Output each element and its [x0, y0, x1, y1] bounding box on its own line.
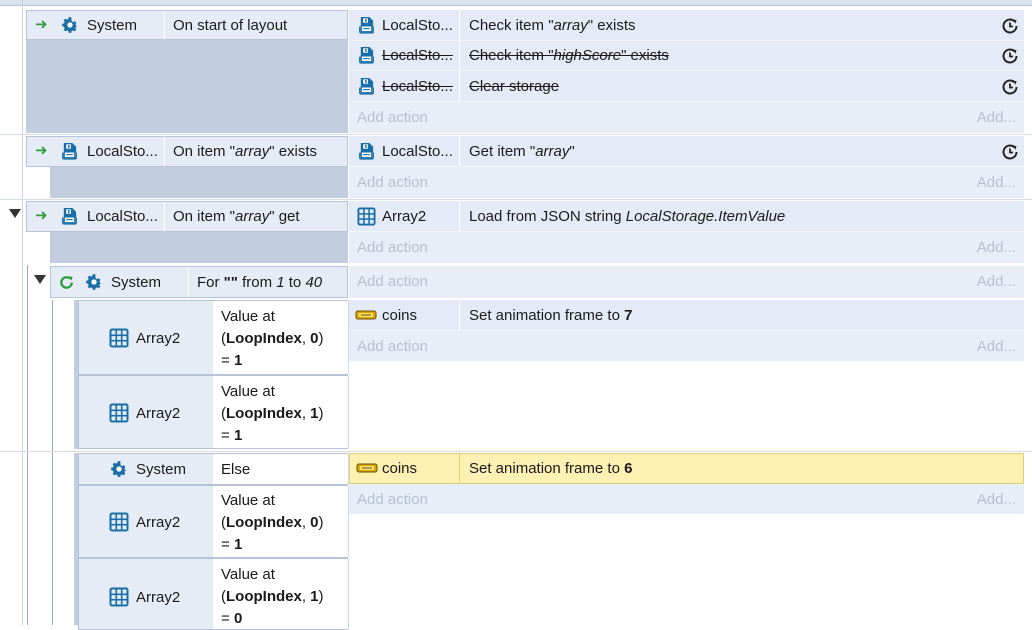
- action-row-selected[interactable]: coins Set animation frame to 6: [349, 453, 1024, 484]
- clock-icon[interactable]: [1000, 16, 1020, 36]
- action-text: Get item "array": [469, 143, 575, 160]
- clock-icon[interactable]: [1000, 142, 1020, 162]
- grid-icon: [109, 512, 129, 532]
- condition-array-value[interactable]: Array2 Value at (LoopIndex, 1) = 0: [78, 558, 349, 630]
- action-object: LocalSto...: [382, 47, 453, 64]
- action-object: LocalSto...: [382, 143, 453, 160]
- condition-for-loop[interactable]: System For "" from 1 to 40: [50, 266, 348, 298]
- condition-object: Array2: [136, 405, 181, 422]
- action-row-disabled[interactable]: LocalSto... Check item "highScore" exist…: [349, 41, 1024, 71]
- floppy-disk-icon: [60, 207, 79, 226]
- condition-text: Else: [221, 461, 251, 478]
- condition-text: On item "array" exists: [173, 143, 318, 160]
- action-text: Load from JSON string LocalStorage.ItemV…: [469, 208, 786, 225]
- clock-icon[interactable]: [1000, 77, 1020, 97]
- action-text: Clear storage: [469, 78, 560, 95]
- condition-object: Array2: [136, 589, 181, 606]
- floppy-disk-icon: [357, 142, 376, 161]
- add-action-link[interactable]: Add action: [357, 108, 428, 128]
- clock-icon[interactable]: [1000, 46, 1020, 66]
- condition-on-item-exists[interactable]: ➜ LocalSto... On item "array" exists: [26, 136, 348, 167]
- top-scroll-edge: [0, 0, 1032, 6]
- collapse-toggle[interactable]: [9, 209, 21, 218]
- condition-text: On start of layout: [173, 17, 288, 34]
- grid-icon: [109, 403, 129, 423]
- condition-object: System: [111, 274, 162, 291]
- condition-text: Value at (LoopIndex, 0) = 1: [221, 492, 324, 553]
- action-row[interactable]: coins Set animation frame to 7: [349, 300, 1024, 331]
- gear-icon: [109, 459, 129, 479]
- action-row[interactable]: LocalSto... Get item "array": [349, 136, 1024, 167]
- condition-object: Array2: [136, 514, 181, 531]
- action-object: Array2: [382, 208, 427, 225]
- add-short-link[interactable]: Add...: [977, 490, 1016, 510]
- condition-text: Value at (LoopIndex, 1) = 0: [221, 566, 324, 627]
- gear-icon: [84, 272, 104, 292]
- subevent-guide: [52, 300, 53, 625]
- action-row[interactable]: LocalSto... Check item "array" exists: [349, 10, 1024, 41]
- action-text: Check item "highScore" exists: [469, 47, 669, 64]
- subevent-guide: [27, 265, 28, 625]
- condition-on-item-get[interactable]: ➜ LocalSto... On item "array" get: [26, 201, 348, 232]
- trigger-arrow-icon: ➜: [35, 142, 48, 159]
- condition-text: Value at (LoopIndex, 0) = 1: [221, 308, 324, 369]
- add-short-link[interactable]: Add...: [977, 238, 1016, 258]
- gear-icon: [60, 15, 80, 35]
- add-action-row[interactable]: Add action Add...: [349, 331, 1024, 361]
- add-short-link[interactable]: Add...: [977, 272, 1016, 292]
- add-action-link[interactable]: Add action: [357, 173, 428, 193]
- floppy-disk-icon: [357, 16, 376, 35]
- action-object: coins: [382, 307, 418, 324]
- action-object: coins: [382, 460, 418, 477]
- action-object: LocalSto...: [382, 17, 453, 34]
- action-text: Set animation frame to 7: [469, 307, 633, 324]
- sprite-icon: [356, 462, 378, 474]
- action-object: LocalSto...: [382, 78, 453, 95]
- floppy-disk-icon: [357, 77, 376, 96]
- add-action-row[interactable]: Add action Add...: [349, 266, 1024, 298]
- condition-text: On item "array" get: [173, 208, 300, 225]
- add-action-link[interactable]: Add action: [357, 238, 428, 258]
- sprite-icon: [355, 309, 377, 321]
- action-row-disabled[interactable]: LocalSto... Clear storage: [349, 71, 1024, 102]
- trigger-arrow-icon: ➜: [35, 207, 48, 224]
- action-row[interactable]: Array2 Load from JSON string LocalStorag…: [349, 201, 1024, 232]
- condition-text: For "" from 1 to 40: [197, 274, 323, 291]
- add-action-link[interactable]: Add action: [357, 490, 428, 510]
- condition-object: Array2: [136, 330, 181, 347]
- loop-icon: [57, 273, 76, 292]
- add-action-link[interactable]: Add action: [357, 272, 428, 292]
- grid-icon: [357, 207, 376, 226]
- condition-array-value[interactable]: Array2 Value at (LoopIndex, 0) = 1: [78, 485, 349, 558]
- condition-array-value[interactable]: Array2 Value at (LoopIndex, 0) = 1: [78, 300, 349, 375]
- add-action-row[interactable]: Add action Add...: [349, 102, 1024, 133]
- add-short-link[interactable]: Add...: [977, 108, 1016, 128]
- add-action-row[interactable]: Add action Add...: [349, 232, 1024, 263]
- trigger-arrow-icon: ➜: [35, 16, 48, 33]
- add-short-link[interactable]: Add...: [977, 173, 1016, 193]
- condition-on-start-of-layout[interactable]: ➜ System On start of layout: [26, 10, 348, 40]
- add-action-row[interactable]: Add action Add...: [349, 484, 1024, 514]
- condition-object: System: [136, 461, 187, 478]
- condition-array-value[interactable]: Array2 Value at (LoopIndex, 1) = 1: [78, 375, 349, 449]
- condition-object: LocalSto...: [87, 208, 158, 225]
- grid-icon: [109, 328, 129, 348]
- condition-object: System: [87, 17, 138, 34]
- floppy-disk-icon: [357, 46, 376, 65]
- collapse-toggle[interactable]: [34, 275, 46, 284]
- gutter-guide: [22, 0, 23, 625]
- grid-icon: [109, 587, 129, 607]
- action-text: Set animation frame to 6: [469, 460, 633, 477]
- add-short-link[interactable]: Add...: [977, 337, 1016, 357]
- condition-object: LocalSto...: [87, 143, 158, 160]
- condition-text: Value at (LoopIndex, 1) = 1: [221, 383, 324, 444]
- add-action-link[interactable]: Add action: [357, 337, 428, 357]
- action-text: Check item "array" exists: [469, 17, 636, 34]
- condition-else[interactable]: System Else: [78, 453, 349, 485]
- add-action-row[interactable]: Add action Add...: [349, 167, 1024, 198]
- floppy-disk-icon: [60, 142, 79, 161]
